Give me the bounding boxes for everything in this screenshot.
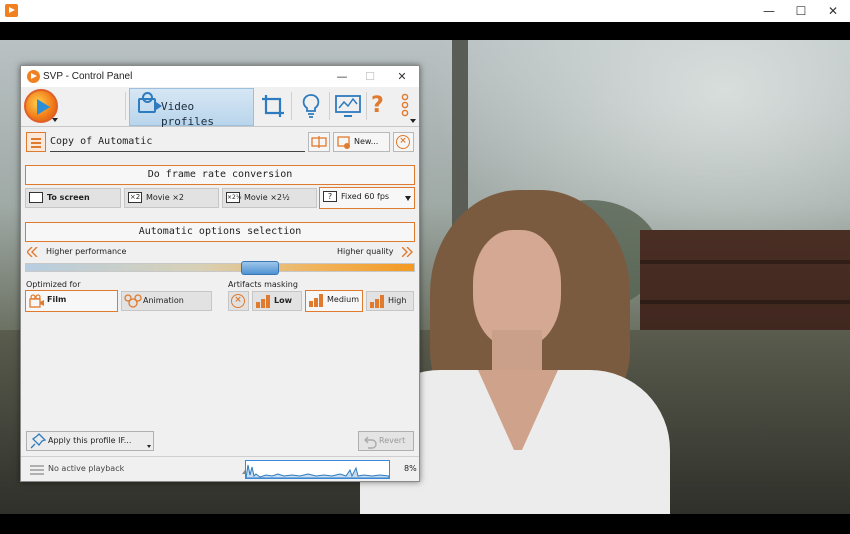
delete-profile-button[interactable]: × (393, 132, 414, 152)
cpu-usage-graph (245, 460, 390, 479)
quality-slider-thumb[interactable] (241, 261, 279, 275)
apply-profile-if-button[interactable]: Apply this profile IF... (26, 431, 154, 451)
double-chevron-right-icon (402, 247, 413, 257)
pushpin-icon (30, 433, 47, 449)
crop-icon (262, 95, 284, 117)
revert-label: Revert (379, 436, 406, 445)
status-bar: No active playback 8% (21, 456, 419, 481)
bars-low-icon (256, 295, 274, 308)
option-label: Fixed 60 fps (341, 192, 390, 201)
panel-title: SVP - Control Panel (43, 71, 133, 82)
panel-close-button[interactable]: ✕ (387, 66, 417, 87)
video-camera-icon (138, 92, 162, 113)
lightbulb-icon (302, 94, 320, 118)
profile-name-field[interactable]: Copy of Automatic (50, 134, 305, 152)
multiplier-x2-5-icon: ×2½ (226, 192, 242, 203)
option-animation[interactable]: Animation (121, 291, 212, 311)
frame-rate-header[interactable]: Do frame rate conversion (25, 165, 415, 185)
new-profile-icon (337, 136, 350, 149)
masking-medium[interactable]: Medium (305, 290, 363, 312)
playlist-icon (30, 465, 44, 475)
chevron-down-icon (147, 445, 151, 448)
masking-high[interactable]: High (366, 291, 414, 311)
apply-profile-label: Apply this profile IF... (48, 436, 132, 445)
rename-profile-button[interactable] (308, 132, 330, 152)
player-app-icon (5, 4, 18, 17)
option-to-screen[interactable]: To screen (25, 188, 121, 208)
quality-slider[interactable] (25, 261, 415, 275)
more-options-icon (401, 93, 416, 123)
panel-maximize-button[interactable]: ☐ (355, 66, 385, 87)
svp-control-panel: SVP - Control Panel — ☐ ✕ Video profiles (20, 65, 420, 482)
profile-menu-button[interactable] (26, 132, 46, 152)
masking-off-button[interactable]: × (228, 291, 249, 311)
new-profile-label: New... (354, 137, 379, 146)
panel-minimize-button[interactable]: — (327, 66, 357, 87)
bars-high-icon (370, 295, 388, 308)
option-label: Low (274, 296, 292, 305)
chevron-down-icon (405, 196, 411, 201)
option-label: To screen (47, 193, 90, 202)
higher-quality-label: Higher quality (337, 247, 394, 256)
tab-crop[interactable] (258, 91, 288, 121)
host-maximize-button[interactable]: ☐ (785, 0, 817, 22)
option-movie-x2-5[interactable]: ×2½ Movie ×2½ (222, 188, 317, 208)
host-titlebar: — ☐ ✕ (0, 0, 850, 22)
masking-low[interactable]: Low (252, 291, 302, 311)
cpu-percent: 8% (404, 464, 417, 473)
host-close-button[interactable]: ✕ (817, 0, 849, 22)
panel-toolbar: Video profiles ? (21, 87, 419, 128)
undo-arrow-icon (364, 436, 377, 449)
svp-app-icon (27, 70, 40, 83)
close-icon: × (396, 135, 410, 149)
tab-tips[interactable] (296, 91, 326, 121)
host-minimize-button[interactable]: — (753, 0, 785, 22)
cpu-graph-line (245, 464, 390, 479)
panel-titlebar: SVP - Control Panel — ☐ ✕ (21, 66, 419, 87)
bars-medium-icon (309, 294, 327, 307)
option-label: Movie ×2 (146, 193, 185, 202)
more-options-button[interactable] (395, 91, 417, 123)
tab-label: Video profiles (161, 100, 214, 128)
higher-performance-label: Higher performance (46, 247, 127, 256)
tab-video-profiles[interactable]: Video profiles (129, 88, 254, 128)
option-label: Film (47, 295, 67, 304)
auto-options-header[interactable]: Automatic options selection (25, 222, 415, 242)
option-film[interactable]: Film (25, 290, 118, 312)
playback-status: No active playback (48, 464, 125, 473)
chevron-down-icon (52, 118, 58, 122)
tab-help[interactable]: ? (367, 91, 391, 121)
revert-button[interactable]: Revert (358, 431, 414, 451)
option-label: Animation (143, 296, 184, 305)
screen-icon (29, 192, 43, 203)
option-label: Movie ×2½ (244, 193, 290, 202)
question-icon: ? (323, 191, 337, 202)
multiplier-x2-icon: ×2 (128, 192, 142, 203)
help-icon: ? (371, 93, 384, 118)
monitor-icon (335, 95, 361, 117)
option-movie-x2[interactable]: ×2 Movie ×2 (124, 188, 219, 208)
artifacts-masking-label: Artifacts masking (228, 280, 298, 289)
close-icon: × (231, 294, 245, 308)
double-chevron-left-icon (27, 247, 38, 257)
option-label: High (388, 296, 407, 305)
option-label: Medium (327, 295, 359, 304)
tab-monitor[interactable] (333, 91, 363, 121)
mouse-ears-icon (124, 294, 142, 308)
option-fixed-fps-dropdown[interactable]: ? Fixed 60 fps (319, 187, 415, 209)
profile-row: Copy of Automatic New... × (25, 132, 415, 154)
letterbox-bottom (0, 514, 850, 534)
new-profile-button[interactable]: New... (333, 132, 390, 152)
rename-icon (311, 136, 327, 148)
film-camera-icon (29, 294, 44, 308)
